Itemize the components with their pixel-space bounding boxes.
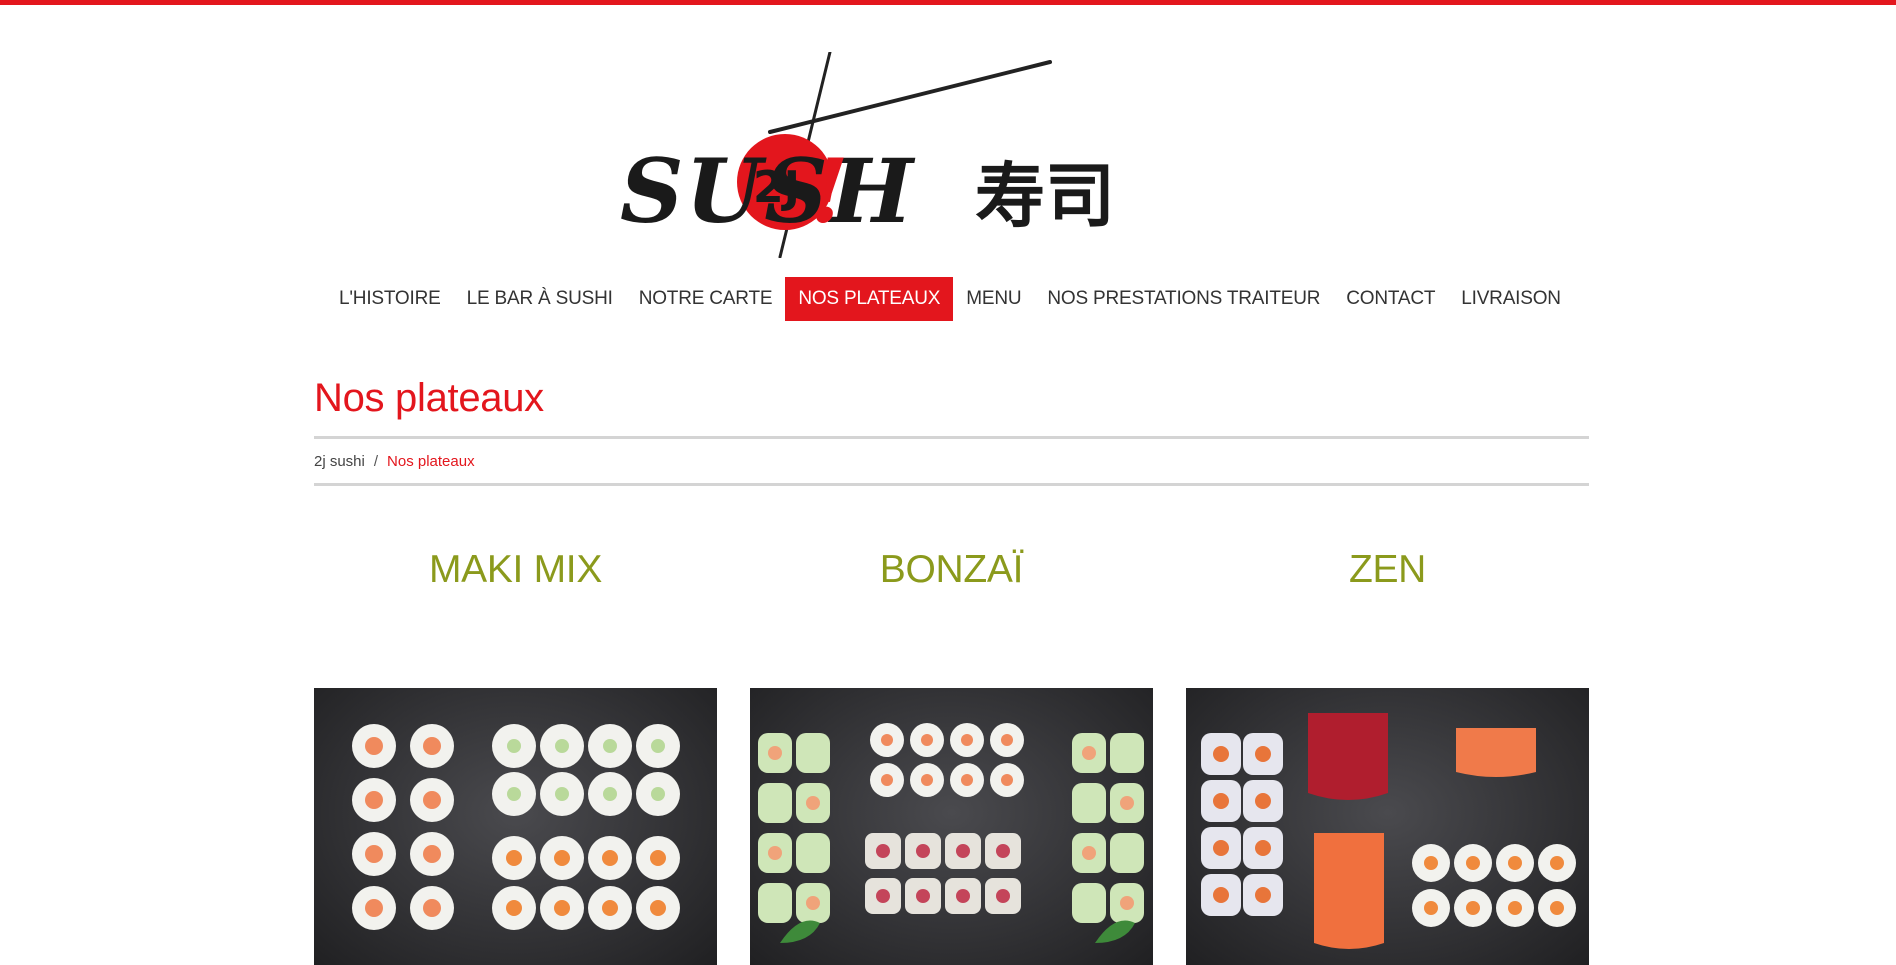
product-title[interactable]: MAKI MIX xyxy=(314,540,717,600)
california-rolls xyxy=(1201,733,1283,916)
maki-rolls xyxy=(1412,844,1576,927)
page-title: Nos plateaux xyxy=(314,376,544,420)
maki-rolls xyxy=(865,723,1024,914)
product-title[interactable]: BONZAÏ xyxy=(750,540,1153,600)
logo-artwork: SUSH ! 2J 寿司 xyxy=(620,52,1115,258)
nav-item-menu[interactable]: MENU xyxy=(953,277,1034,321)
breadcrumb-current: Nos plateaux xyxy=(387,453,475,470)
sushi-platter-photo[interactable] xyxy=(1186,688,1589,965)
product-title[interactable]: ZEN xyxy=(1186,540,1589,600)
maki-rolls xyxy=(352,724,680,930)
breadcrumb-divider xyxy=(314,483,1589,486)
svg-text:!: ! xyxy=(810,139,849,243)
nav-item-notre-carte[interactable]: NOTRE CARTE xyxy=(626,277,786,321)
nav-item-bar-a-sushi[interactable]: LE BAR À SUSHI xyxy=(454,277,626,321)
sushi-platter-photo[interactable] xyxy=(750,688,1153,965)
breadcrumb-separator: / xyxy=(373,453,379,470)
product-card-bonzai: BONZAÏ xyxy=(750,540,1153,965)
nav-item-nos-plateaux[interactable]: NOS PLATEAUX xyxy=(785,277,954,321)
nav-item-histoire[interactable]: L'HISTOIRE xyxy=(326,277,454,321)
main-navigation: L'HISTOIRE LE BAR À SUSHI NOTRE CARTE NO… xyxy=(326,277,1590,321)
svg-text:寿司: 寿司 xyxy=(975,155,1115,237)
title-divider xyxy=(314,436,1589,439)
product-card-zen: ZEN xyxy=(1186,540,1589,965)
product-card-maki-mix: MAKI MIX xyxy=(314,540,717,965)
breadcrumb: 2j sushi / Nos plateaux xyxy=(314,453,475,470)
top-accent-bar xyxy=(0,0,1896,5)
svg-text:2J: 2J xyxy=(753,162,800,213)
nav-item-livraison[interactable]: LIVRAISON xyxy=(1448,277,1574,321)
sushi-platter-photo[interactable] xyxy=(314,688,717,965)
breadcrumb-home-link[interactable]: 2j sushi xyxy=(314,453,365,470)
site-logo[interactable]: SUSH ! 2J 寿司 xyxy=(620,52,1160,258)
nav-item-prestations-traiteur[interactable]: NOS PRESTATIONS TRAITEUR xyxy=(1034,277,1333,321)
nav-item-contact[interactable]: CONTACT xyxy=(1333,277,1448,321)
